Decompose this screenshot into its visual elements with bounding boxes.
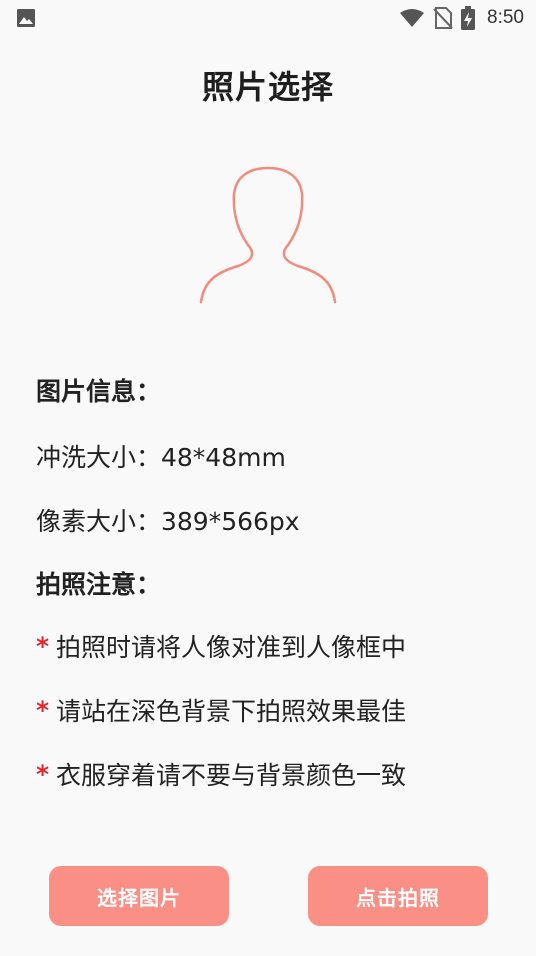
image-info-heading: 图片信息：: [36, 377, 162, 406]
note-text: 请站在深色背景下拍照效果最佳: [56, 697, 407, 726]
note-marker: *: [36, 695, 50, 725]
portrait-outline-icon: [199, 166, 337, 304]
no-sim-icon: [433, 7, 453, 29]
pixel-size-text: 像素大小：389*566px: [36, 507, 300, 536]
note-item: * 请站在深色背景下拍照效果最佳: [36, 692, 406, 728]
note-item: * 衣服穿着请不要与背景颜色一致: [36, 756, 406, 792]
photo-notes-heading: 拍照注意：: [36, 570, 162, 599]
status-time: 8:50: [487, 7, 524, 28]
note-text: 拍照时请将人像对准到人像框中: [56, 633, 407, 662]
wifi-icon: [400, 9, 425, 27]
note-item: * 拍照时请将人像对准到人像框中: [36, 628, 406, 664]
note-marker: *: [36, 759, 50, 789]
status-icons: 8:50: [399, 6, 524, 30]
image-icon: [17, 9, 35, 27]
note-text: 衣服穿着请不要与背景颜色一致: [56, 761, 407, 790]
print-size-text: 冲洗大小：48*48mm: [36, 443, 286, 472]
choose-image-button[interactable]: 选择图片: [49, 866, 229, 926]
battery-charging-icon: [461, 6, 476, 30]
note-marker: *: [36, 631, 50, 661]
status-bar: 8:50: [0, 0, 536, 36]
page-title: 照片选择: [201, 68, 334, 106]
take-photo-button[interactable]: 点击拍照: [308, 866, 488, 926]
